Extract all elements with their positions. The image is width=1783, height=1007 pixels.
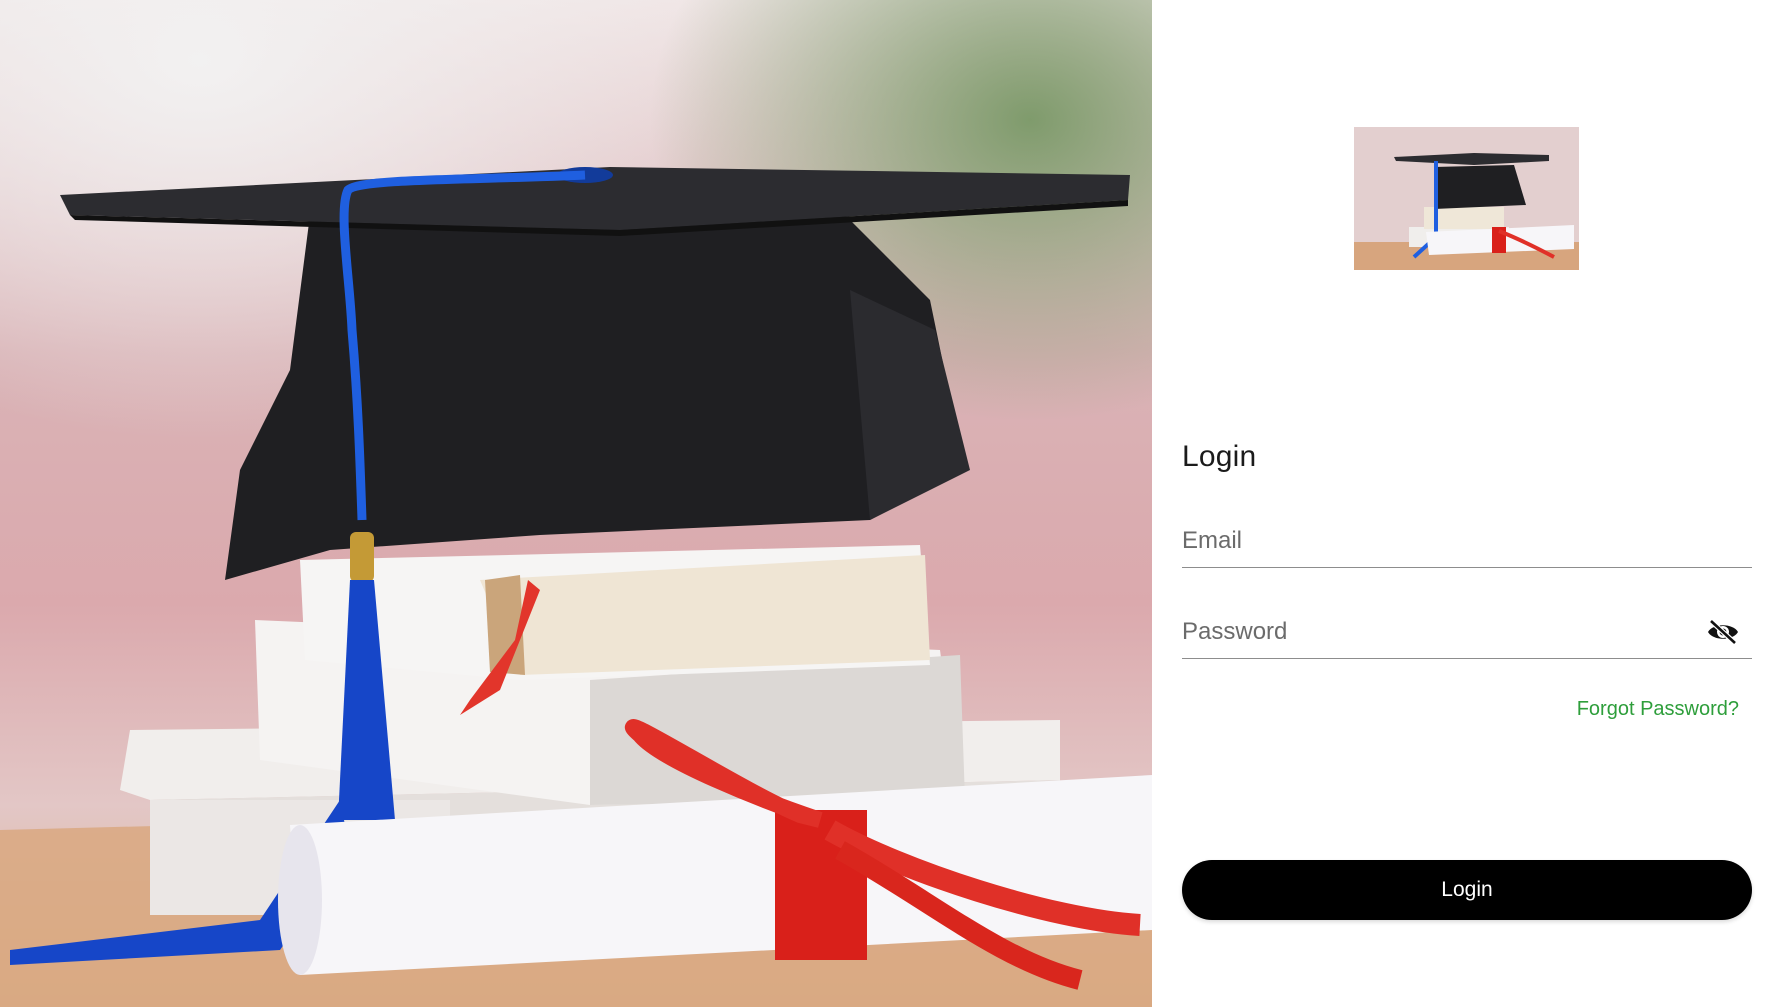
graduation-illustration [0,167,1152,1007]
login-heading: Login [1182,440,1257,473]
email-field-container [1182,515,1752,568]
password-field-container [1182,606,1752,659]
login-panel: Login Forgot Password? Login [1152,0,1783,1007]
forgot-password-link[interactable]: Forgot Password? [1482,698,1739,721]
eye-off-icon[interactable] [1706,618,1740,646]
email-input[interactable] [1182,515,1702,567]
login-page: Login Forgot Password? Login [0,0,1783,1007]
login-button[interactable]: Login [1182,860,1752,920]
hero-image [0,0,1152,1007]
brand-logo [1354,127,1579,270]
password-input[interactable] [1182,606,1702,658]
logo-graduation-image [1354,127,1579,270]
